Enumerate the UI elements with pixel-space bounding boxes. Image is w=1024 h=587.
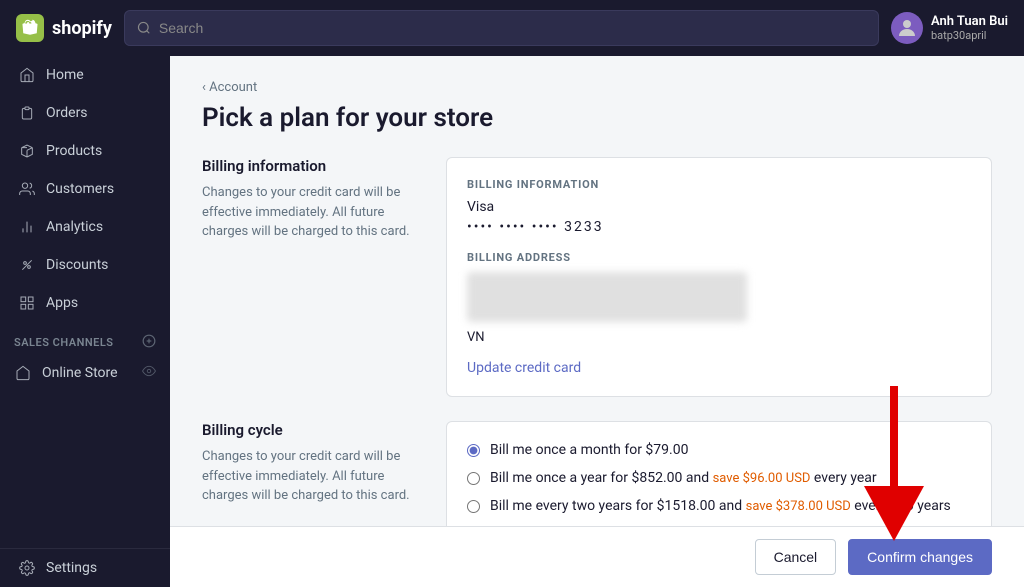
billing-info-section: Billing information Changes to your cred…: [202, 157, 992, 397]
billing-cycle-section: Billing cycle Changes to your credit car…: [202, 421, 992, 526]
sidebar-item-settings[interactable]: Settings: [4, 550, 166, 586]
search-icon: [137, 21, 151, 35]
sales-channels-title: SALES CHANNELS: [14, 336, 114, 349]
avatar: [891, 12, 923, 44]
billing-info-card-label: BILLING INFORMATION: [467, 178, 971, 191]
user-name: Anh Tuan Bui: [931, 14, 1008, 29]
billing-radio-monthly[interactable]: [467, 444, 480, 457]
online-store-icon: [14, 364, 32, 382]
billing-cycle-desc: Changes to your credit card will be effe…: [202, 447, 422, 506]
sidebar-label-orders: Orders: [46, 105, 88, 121]
user-menu[interactable]: Anh Tuan Bui batp30april: [891, 12, 1008, 44]
billing-option-two-years-label: Bill me every two years for $1518.00 and…: [490, 498, 951, 514]
billing-option-monthly: Bill me once a month for $79.00: [467, 442, 971, 458]
confirm-button[interactable]: Confirm changes: [848, 539, 992, 575]
billing-info-desc: Changes to your credit card will be effe…: [202, 183, 422, 242]
sidebar-label-online-store: Online Store: [42, 365, 118, 381]
search-input[interactable]: [159, 20, 866, 36]
sidebar-label-discounts: Discounts: [46, 257, 108, 273]
main-layout: Home Orders Products Customers Analytics: [0, 56, 1024, 587]
billing-option-yearly-label: Bill me once a year for $852.00 and save…: [490, 470, 877, 486]
billing-address-label: BILLING ADDRESS: [467, 251, 971, 264]
shopify-logo-icon: [16, 14, 44, 42]
footer-bar: Cancel Confirm changes: [170, 526, 1024, 587]
footer-container: Cancel Confirm changes: [170, 526, 1024, 587]
sidebar-item-discounts[interactable]: Discounts: [4, 247, 166, 283]
topbar: shopify Anh Tuan Bui batp30april: [0, 0, 1024, 56]
billing-info-title: Billing information: [202, 157, 422, 175]
billing-cycle-card: Bill me once a month for $79.00 Bill me …: [446, 421, 992, 526]
sidebar-item-orders[interactable]: Orders: [4, 95, 166, 131]
home-icon: [18, 66, 36, 84]
card-number: •••• •••• •••• 3233: [467, 219, 971, 235]
search-bar[interactable]: [124, 10, 879, 46]
user-handle: batp30april: [931, 29, 1008, 42]
sidebar-item-customers[interactable]: Customers: [4, 171, 166, 207]
sidebar-item-home[interactable]: Home: [4, 57, 166, 93]
breadcrumb-text: Account: [209, 80, 257, 95]
logo-text: shopify: [52, 18, 112, 39]
analytics-icon: [18, 218, 36, 236]
sidebar-label-products: Products: [46, 143, 102, 159]
eye-icon[interactable]: [142, 364, 156, 382]
billing-option-two-years: Bill me every two years for $1518.00 and…: [467, 498, 971, 514]
sales-channels-section: SALES CHANNELS: [0, 322, 170, 355]
billing-cycle-description: Billing cycle Changes to your credit car…: [202, 421, 422, 526]
billing-info-card: BILLING INFORMATION Visa •••• •••• •••• …: [446, 157, 992, 397]
billing-radio-yearly[interactable]: [467, 472, 480, 485]
sidebar-item-analytics[interactable]: Analytics: [4, 209, 166, 245]
sidebar-bottom: Settings: [0, 548, 170, 587]
settings-icon: [18, 559, 36, 577]
billing-option-yearly: Bill me once a year for $852.00 and save…: [467, 470, 971, 486]
sidebar-label-apps: Apps: [46, 295, 78, 311]
sidebar-label-customers: Customers: [46, 181, 114, 197]
sidebar-item-products[interactable]: Products: [4, 133, 166, 169]
breadcrumb[interactable]: ‹ Account: [202, 80, 992, 95]
card-type: Visa: [467, 199, 971, 215]
user-info: Anh Tuan Bui batp30april: [931, 14, 1008, 42]
update-credit-card-link[interactable]: Update credit card: [467, 360, 581, 376]
logo: shopify: [16, 14, 112, 42]
two-years-save-text: save $378.00 USD: [746, 499, 851, 514]
sidebar-label-home: Home: [46, 67, 84, 83]
apps-icon: [18, 294, 36, 312]
country-code: VN: [467, 330, 971, 345]
discounts-icon: [18, 256, 36, 274]
billing-radio-two-years[interactable]: [467, 500, 480, 513]
billing-info-description: Billing information Changes to your cred…: [202, 157, 422, 397]
content-wrapper: ‹ Account Pick a plan for your store Bil…: [170, 56, 1024, 587]
yearly-save-text: save $96.00 USD: [713, 471, 811, 486]
sidebar-item-online-store[interactable]: Online Store: [0, 355, 170, 391]
orders-icon: [18, 104, 36, 122]
blurred-address: [467, 272, 747, 322]
cancel-button[interactable]: Cancel: [755, 539, 837, 575]
add-sales-channel-icon[interactable]: [142, 334, 156, 351]
products-icon: [18, 142, 36, 160]
billing-cycle-title: Billing cycle: [202, 421, 422, 439]
customers-icon: [18, 180, 36, 198]
sidebar-label-analytics: Analytics: [46, 219, 103, 235]
sidebar-item-apps[interactable]: Apps: [4, 285, 166, 321]
billing-option-monthly-label: Bill me once a month for $79.00: [490, 442, 688, 458]
sidebar: Home Orders Products Customers Analytics: [0, 56, 170, 587]
main-content: ‹ Account Pick a plan for your store Bil…: [170, 56, 1024, 526]
sidebar-label-settings: Settings: [46, 560, 97, 576]
page-title: Pick a plan for your store: [202, 103, 992, 133]
